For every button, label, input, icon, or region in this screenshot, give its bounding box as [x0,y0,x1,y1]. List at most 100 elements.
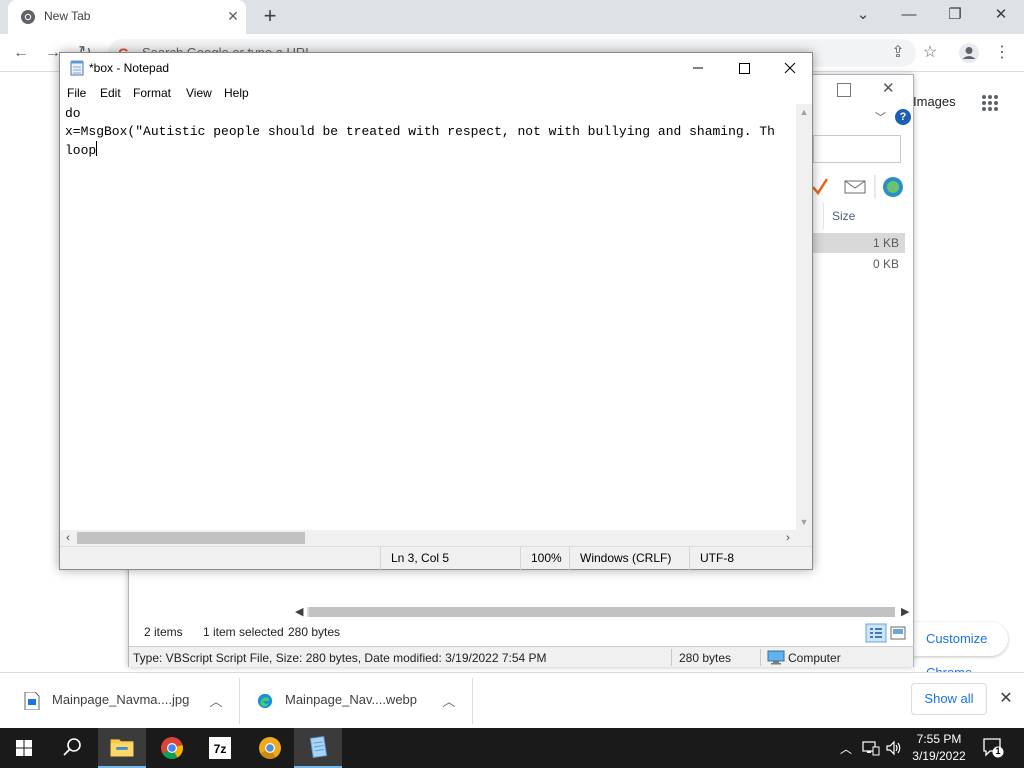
notepad-status-bar: Ln 3, Col 5 100% Windows (CRLF) UTF-8 [60,546,812,570]
close-button[interactable] [767,53,813,83]
chrome-tab-strip: New Tab ✕ + ⌄ — ❐ ✕ [0,0,1024,34]
chevron-up-icon[interactable]: ︿ [441,691,457,709]
scroll-left-icon[interactable]: ‹ [60,530,76,546]
show-hidden-icons-chevron[interactable]: ︿ [838,740,854,756]
scroll-up-icon[interactable]: ▲ [796,104,812,120]
tab-title: New Tab [44,9,91,23]
scroll-down-icon[interactable]: ▼ [796,514,812,530]
selected-size: 280 bytes [288,625,341,639]
file-size-cell[interactable]: 1 KB [813,233,905,253]
chevron-up-icon[interactable]: ︿ [208,691,224,709]
horizontal-scrollbar[interactable]: ‹ › [60,530,796,546]
tab-search-icon[interactable]: ⌄ [843,2,883,30]
edge-icon [257,693,273,709]
scroll-right-icon[interactable]: ▶ [901,605,909,618]
file-size-cell[interactable]: 0 KB [813,254,905,274]
details-text: Type: VBScript Script File, Size: 280 by… [133,651,547,665]
search-input[interactable] [813,135,901,163]
divider [760,649,761,666]
text-line: loop [65,143,97,158]
maximize-button[interactable] [837,83,851,97]
text-line: do [65,106,81,121]
notepad-taskbar-icon[interactable] [294,728,342,768]
details-size: 280 bytes [679,651,732,665]
show-all-button[interactable]: Show all [911,683,987,715]
location-label: Computer [788,651,841,665]
close-download-shelf-icon[interactable]: ✕ [996,689,1016,709]
search-icon[interactable] [48,728,96,768]
notification-center-icon[interactable]: 1 [982,736,1004,758]
chrome-icon[interactable] [148,728,196,768]
volume-icon[interactable] [885,739,903,757]
clock[interactable]: 7:55 PM 3/19/2022 [906,731,972,765]
size-column-header[interactable]: Size [823,203,907,229]
network-icon[interactable] [862,739,880,757]
scroll-right-icon[interactable]: › [780,530,796,546]
menu-edit[interactable]: Edit [100,86,121,100]
download-shelf: Mainpage_Navma....jpg ︿ Mainpage_Nav....… [0,672,1024,728]
clock-date: 3/19/2022 [912,749,966,763]
profile-avatar-icon[interactable] [958,42,980,64]
chrome-favicon-icon [21,10,35,24]
item-count: 2 items [144,625,183,639]
windows-start-icon[interactable] [0,728,48,768]
scroll-thumb[interactable] [77,532,305,544]
images-link[interactable]: Images [913,94,956,109]
menu-file[interactable]: File [67,86,86,100]
selected-count: 1 item selected [203,625,284,639]
notification-count: 1 [995,746,1001,756]
notepad-window: *box - Notepad File Edit Format View Hel… [59,52,813,570]
download-filename: Mainpage_Nav....webp [285,692,418,707]
restore-button[interactable]: ❐ [935,2,975,30]
text-line-with-caret: loop [65,141,795,159]
menu-help[interactable]: Help [224,86,249,100]
zoom-level: 100% [520,547,569,570]
window-title: *box - Notepad [89,61,170,75]
resize-grip[interactable] [796,530,812,546]
close-button[interactable]: ✕ [882,79,895,97]
scroll-thumb[interactable] [309,607,895,617]
checkmark-icon [813,178,829,196]
image-file-icon [24,692,40,710]
7zip-icon[interactable]: 7z [196,728,244,768]
customize-chrome-button[interactable]: Customize Chrome [900,622,1008,680]
back-icon[interactable]: ← [10,42,32,64]
new-tab-button[interactable]: + [258,5,282,29]
apps-grid-icon[interactable] [981,94,999,112]
menu-view[interactable]: View [186,86,212,100]
cursor-position: Ln 3, Col 5 [380,547,520,570]
chevron-down-icon[interactable]: ﹀ [875,109,886,125]
minimize-button[interactable] [675,53,721,83]
scroll-left-icon[interactable]: ◀ [295,605,303,618]
divider [671,649,672,666]
download-item[interactable]: Mainpage_Nav....webp ︿ [237,678,473,724]
notepad-title-bar[interactable]: *box - Notepad [60,53,812,83]
download-item[interactable]: Mainpage_Navma....jpg ︿ [4,678,240,724]
notepad-icon [70,60,84,76]
menu-bar: File Edit Format View Help [60,83,812,103]
text-caret [96,141,98,156]
computer-icon [767,650,785,665]
help-icon[interactable]: ? [895,109,911,125]
menu-format[interactable]: Format [133,86,171,100]
minimize-button[interactable]: — [889,2,929,30]
file-explorer-icon[interactable] [98,728,146,768]
close-tab-icon[interactable]: ✕ [224,7,242,25]
explorer-status-bar: 2 items 1 item selected 280 bytes [129,621,913,643]
details-bar: Type: VBScript Script File, Size: 280 by… [129,646,913,667]
vertical-scrollbar[interactable]: ▲ ▼ [796,104,812,530]
taskbar: 7z ︿ 7:55 PM 3/19/2022 1 [0,728,1024,768]
bookmark-star-icon[interactable]: ☆ [919,42,941,64]
view-toggle-icons[interactable] [865,623,909,643]
download-filename: Mainpage_Navma....jpg [52,692,190,707]
chrome-menu-icon[interactable]: ⋮ [991,42,1013,64]
share-icon[interactable]: ⇪ [887,42,909,64]
close-window-button[interactable]: ✕ [981,2,1021,30]
tab-new-tab[interactable]: New Tab ✕ [8,0,246,34]
maximize-button[interactable] [721,53,767,83]
chrome-canary-icon[interactable] [246,728,294,768]
text-editor[interactable]: do x=MsgBox("Autistic people should be tr… [60,104,795,530]
text-line: x=MsgBox("Autistic people should be trea… [65,124,775,139]
horizontal-scrollbar[interactable]: ◀ ▶ [293,605,913,619]
clock-time: 7:55 PM [916,732,962,746]
